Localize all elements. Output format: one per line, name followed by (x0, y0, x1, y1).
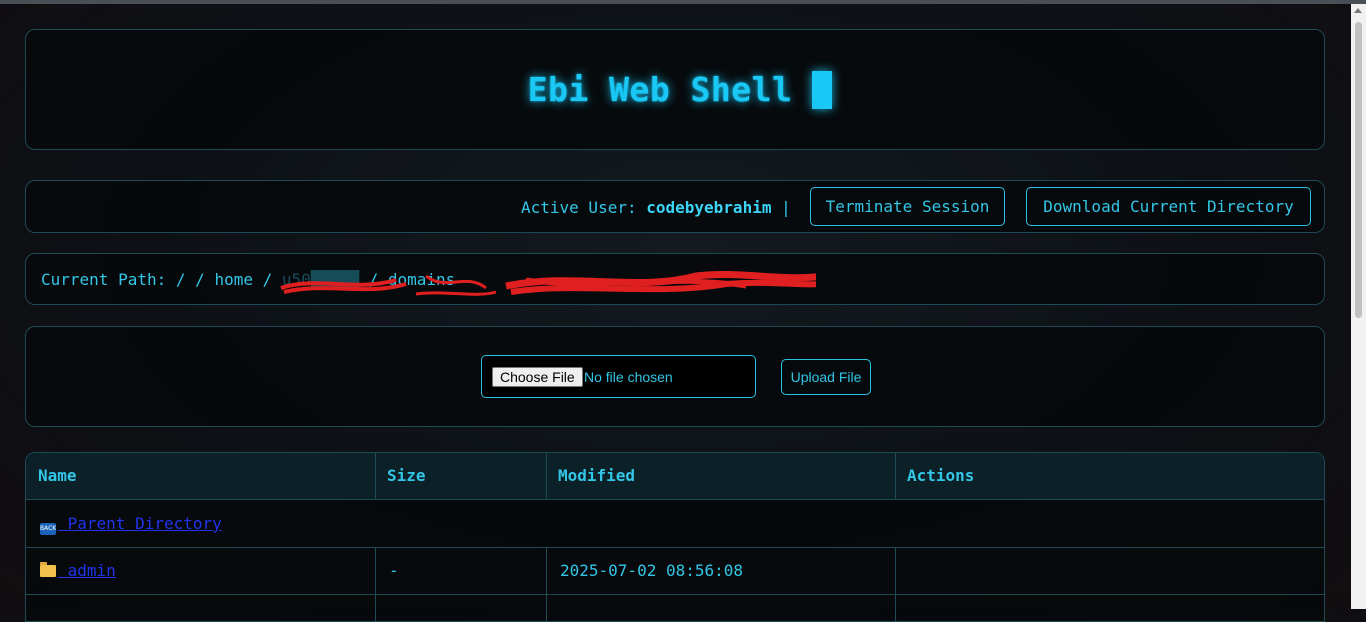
scrollbar-thumb[interactable] (1355, 22, 1362, 318)
active-user-name: codebyebrahim (646, 198, 772, 217)
file-table: Name Size Modified Actions BACK Parent D… (25, 452, 1325, 622)
folder-icon (40, 562, 56, 577)
column-header-actions: Actions (907, 466, 975, 485)
path-label: Current Path: (41, 270, 167, 289)
table-row: admin - 2025-07-02 08:56:08 (26, 547, 1324, 595)
choose-file-button[interactable]: Choose File (492, 367, 583, 387)
user-bar: Active User: codebyebrahim | Terminate S… (25, 180, 1325, 233)
modified-cell: 2025-07-02 08:56:08 (560, 561, 744, 580)
folder-link-admin[interactable]: admin (58, 561, 116, 580)
name-cell: BACK Parent Directory (26, 500, 626, 547)
column-divider (895, 453, 896, 500)
parent-directory-link[interactable]: Parent Directory (58, 514, 222, 533)
column-divider (375, 453, 376, 500)
redaction-scribble (280, 270, 816, 296)
table-header: Name Size Modified Actions (26, 453, 1324, 500)
path-crumb: / (262, 270, 273, 289)
cursor-block-icon (812, 70, 833, 109)
path-crumb[interactable]: / (195, 270, 205, 289)
upload-panel: Choose File No file chosen Upload File (25, 326, 1325, 427)
active-user-info: Active User: codebyebrahim | (521, 198, 791, 217)
page-scrollbar[interactable] (1351, 4, 1366, 609)
page-title: Ebi Web Shell (527, 70, 793, 109)
column-header-size[interactable]: Size (375, 453, 546, 499)
window-top-border (0, 0, 1366, 4)
no-file-text: No file chosen (584, 369, 673, 385)
user-separator: | (781, 198, 791, 217)
column-divider (895, 547, 896, 621)
active-user-label: Active User: (521, 198, 637, 217)
download-directory-button[interactable]: Download Current Directory (1026, 187, 1311, 226)
path-bar: Current Path: / / home / u50█████ / doma… (25, 253, 1325, 305)
actions-cell (895, 547, 1324, 594)
size-cell: - (389, 561, 399, 580)
path-crumb[interactable]: / (176, 270, 186, 289)
file-input[interactable]: Choose File No file chosen (481, 355, 756, 398)
column-header-modified[interactable]: Modified (546, 453, 895, 499)
upload-file-button[interactable]: Upload File (781, 359, 871, 395)
scroll-up-arrow-icon[interactable] (1354, 8, 1362, 13)
back-icon: BACK (40, 523, 56, 535)
column-header-name[interactable]: Name (26, 453, 375, 499)
header-panel: Ebi Web Shell (25, 29, 1325, 150)
column-divider (375, 547, 376, 621)
name-cell: admin (26, 547, 375, 594)
column-divider (546, 547, 547, 621)
terminate-session-button[interactable]: Terminate Session (810, 187, 1005, 226)
column-divider (546, 453, 547, 500)
path-crumb[interactable]: home (214, 270, 253, 289)
table-row: BACK Parent Directory (26, 500, 1324, 548)
